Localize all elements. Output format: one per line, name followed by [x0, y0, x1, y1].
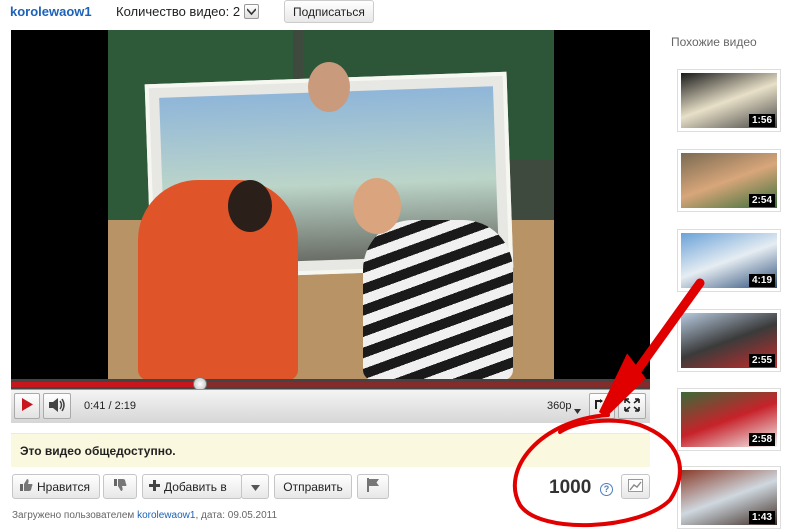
widescreen-icon: [594, 398, 610, 414]
thumbnail-image: 1:43: [681, 470, 777, 525]
uploader-link[interactable]: korolewaow1: [137, 510, 195, 521]
volume-icon: [48, 397, 66, 415]
like-label: Нравится: [37, 479, 90, 494]
progress-bar[interactable]: [11, 377, 650, 391]
related-video-thumbnail[interactable]: 4:19: [677, 229, 781, 292]
related-video-thumbnail[interactable]: 1:56: [677, 69, 781, 132]
video-count-selector[interactable]: Количество видео: 2: [113, 1, 265, 22]
video-count-label: Количество видео: 2: [116, 4, 241, 19]
chart-icon: [628, 478, 643, 495]
quality-selector[interactable]: 360p: [547, 400, 571, 412]
share-button[interactable]: Отправить: [274, 474, 352, 499]
player-controls: 0:41 / 2:19 360p: [11, 389, 650, 423]
video-duration: 1:56: [748, 114, 775, 127]
volume-button[interactable]: [43, 393, 71, 419]
flag-icon: [366, 478, 380, 495]
play-button[interactable]: [14, 393, 40, 419]
channel-header: korolewaow1 Количество видео: 2 Подписат…: [0, 0, 660, 26]
like-button[interactable]: Нравится: [12, 474, 100, 499]
thumbnail-image: 2:54: [681, 153, 777, 208]
help-icon[interactable]: ?: [600, 483, 613, 496]
related-video-thumbnail[interactable]: 2:54: [677, 149, 781, 212]
related-video-thumbnail[interactable]: 1:43: [677, 466, 781, 529]
video-duration: 2:54: [748, 194, 775, 207]
upload-date: , дата: 09.05.2011: [195, 510, 278, 521]
thumbnail-image: 1:56: [681, 73, 777, 128]
upload-prefix: Загружено пользователем: [12, 510, 135, 521]
add-to-dropdown[interactable]: [241, 474, 269, 499]
video-duration: 1:43: [748, 511, 775, 524]
related-videos-title: Похожие видео: [671, 35, 757, 49]
video-player[interactable]: 0:41 / 2:19 360p: [11, 30, 650, 423]
video-duration: 2:58: [748, 433, 775, 446]
chevron-down-icon[interactable]: [244, 4, 260, 19]
chevron-down-icon: [250, 480, 260, 494]
play-icon: [21, 398, 33, 414]
widescreen-button[interactable]: [589, 393, 615, 419]
upload-info: Загружено пользователем korolewaow1, дат…: [12, 510, 277, 521]
thumbnail-image: 2:55: [681, 313, 777, 368]
privacy-notice: Это видео общедоступно.: [11, 433, 650, 467]
statistics-button[interactable]: [621, 474, 650, 499]
video-duration: 2:55: [748, 354, 775, 367]
flag-button[interactable]: [357, 474, 389, 499]
quality-arrow-icon[interactable]: [574, 403, 581, 417]
video-frame[interactable]: [108, 30, 554, 379]
progress-played: [11, 382, 200, 387]
fullscreen-button[interactable]: [618, 393, 646, 419]
view-count: 1000: [549, 477, 592, 498]
thumbs-up-icon: [19, 478, 33, 495]
thumbnail-image: 2:58: [681, 392, 777, 447]
thumbs-down-icon: [113, 478, 127, 495]
related-video-thumbnail[interactable]: 2:55: [677, 309, 781, 372]
video-duration: 4:19: [748, 274, 775, 287]
add-to-label: Добавить в: [164, 479, 227, 494]
plus-icon: [149, 479, 160, 494]
annotation-circle: [513, 413, 682, 528]
dislike-button[interactable]: [103, 474, 137, 499]
thumbnail-image: 4:19: [681, 233, 777, 288]
time-display: 0:41 / 2:19: [84, 400, 136, 412]
related-video-thumbnail[interactable]: 2:58: [677, 388, 781, 451]
add-to-button[interactable]: Добавить в: [142, 474, 242, 499]
fullscreen-icon: [624, 397, 640, 415]
subscribe-button[interactable]: Подписаться: [284, 0, 374, 23]
channel-name-link[interactable]: korolewaow1: [10, 4, 92, 19]
